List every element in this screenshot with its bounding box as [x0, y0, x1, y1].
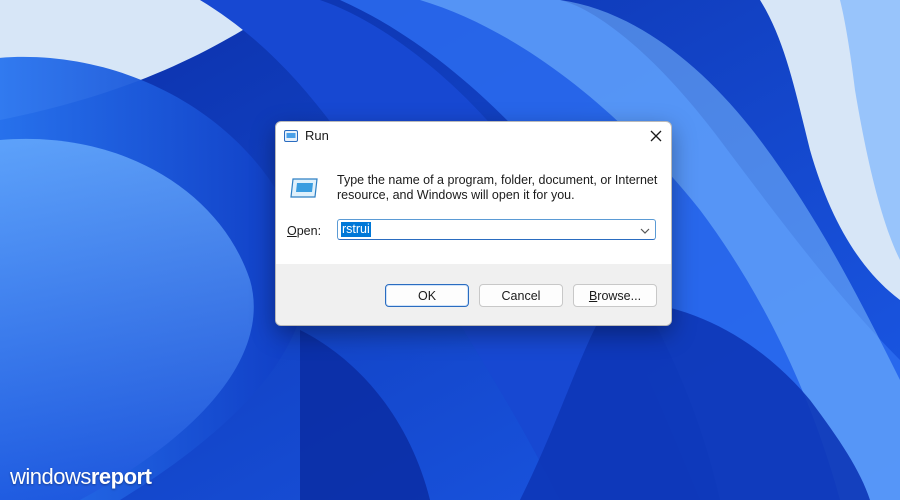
open-label: Open:	[287, 224, 321, 238]
browse-label: rowse...	[597, 288, 642, 303]
cancel-button[interactable]: Cancel	[479, 284, 563, 307]
chevron-down-icon[interactable]	[639, 224, 651, 236]
dialog-footer: OK Cancel Browse...	[276, 264, 671, 325]
windows-report-watermark: windowsreport	[10, 464, 152, 490]
open-input-value[interactable]: rstrui	[341, 222, 371, 237]
open-label-accelerator: O	[287, 224, 297, 238]
run-program-icon	[289, 177, 319, 199]
run-icon	[284, 129, 298, 142]
browse-button[interactable]: Browse...	[573, 284, 657, 307]
ok-button[interactable]: OK	[385, 284, 469, 307]
browse-accelerator: B	[588, 288, 598, 303]
title-bar[interactable]: Run	[276, 122, 671, 150]
open-combobox[interactable]: rstrui	[337, 219, 656, 240]
close-button[interactable]	[641, 122, 671, 150]
close-icon	[650, 130, 662, 142]
open-label-text: pen:	[296, 224, 322, 238]
dialog-description: Type the name of a program, folder, docu…	[337, 173, 658, 202]
watermark-part1: windows	[10, 464, 91, 489]
dialog-title: Run	[305, 128, 329, 143]
watermark-part2: report	[90, 464, 152, 489]
dialog-content: Type the name of a program, folder, docu…	[276, 150, 671, 264]
run-dialog: Run Type the name of a program, folder, …	[275, 121, 672, 326]
